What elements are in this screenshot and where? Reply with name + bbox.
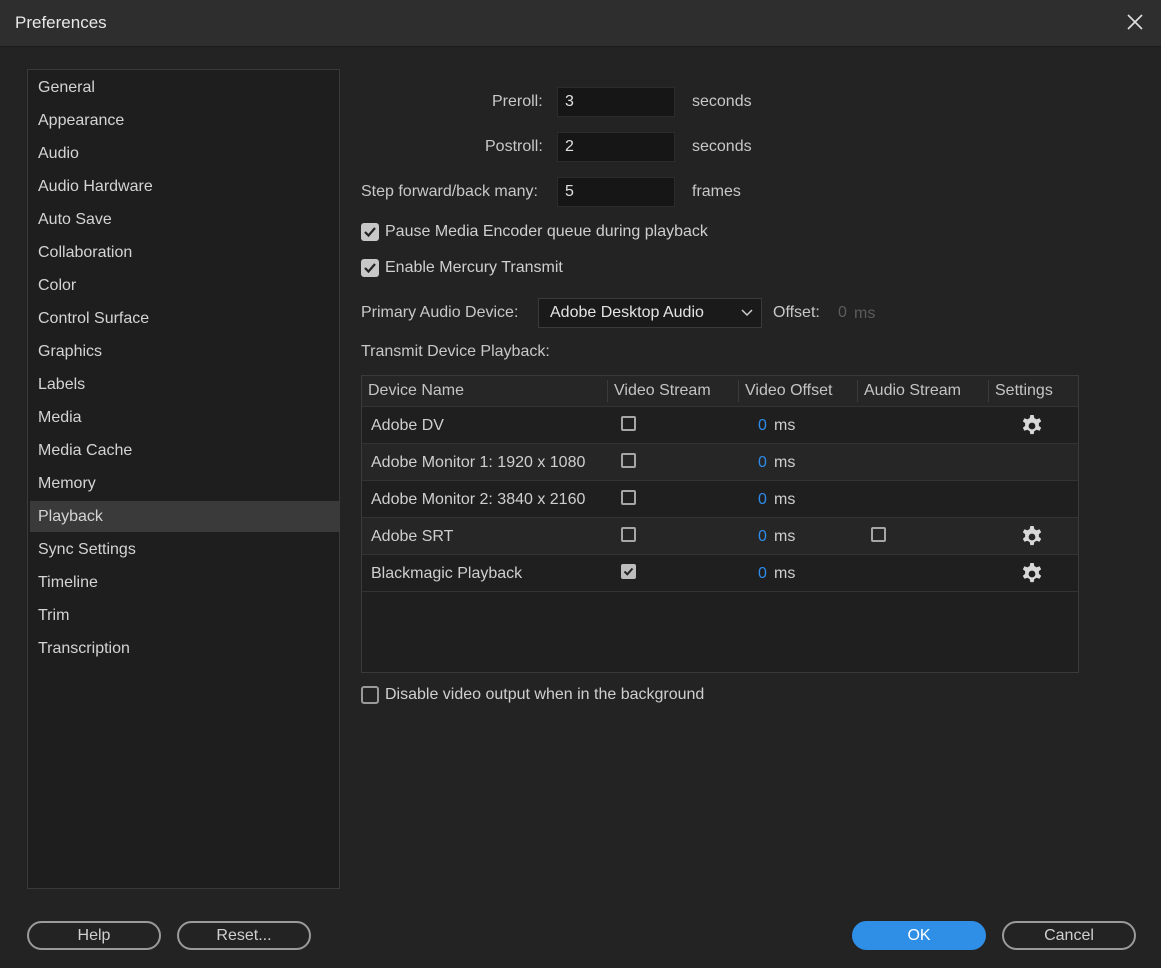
pause-encoder-option[interactable]: Pause Media Encoder queue during playbac… xyxy=(361,223,708,241)
transmit-device-table: Device Name Video Stream Video Offset Au… xyxy=(361,375,1079,673)
video-stream-checkbox[interactable] xyxy=(621,527,636,542)
video-offset-value[interactable]: 0 xyxy=(758,555,767,592)
video-offset-value[interactable]: 0 xyxy=(758,518,767,555)
step-label: Step forward/back many: xyxy=(361,183,538,200)
table-row[interactable]: Adobe Monitor 1: 1920 x 1080 0 ms xyxy=(362,443,1078,480)
sidebar-item-graphics[interactable]: Graphics xyxy=(30,336,339,367)
device-name: Adobe DV xyxy=(371,417,444,434)
audio-device-dropdown[interactable]: Adobe Desktop Audio xyxy=(538,298,762,328)
table-row[interactable]: Adobe DV 0 ms xyxy=(362,406,1078,443)
mercury-transmit-checkbox[interactable] xyxy=(361,259,379,277)
device-name: Adobe Monitor 2: 3840 x 2160 xyxy=(371,491,586,508)
transmit-label: Transmit Device Playback: xyxy=(361,343,550,360)
sidebar-item-timeline[interactable]: Timeline xyxy=(30,567,339,598)
close-button[interactable] xyxy=(1123,10,1147,34)
reset-button[interactable]: Reset... xyxy=(177,921,311,950)
offset-label: Offset: xyxy=(773,304,820,321)
chevron-down-icon xyxy=(741,309,753,317)
device-name: Adobe SRT xyxy=(371,528,454,545)
header-audio-stream[interactable]: Audio Stream xyxy=(858,376,961,406)
offset-unit: ms xyxy=(854,305,876,322)
header-video-offset[interactable]: Video Offset xyxy=(739,376,832,406)
video-offset-unit: ms xyxy=(774,491,796,508)
video-stream-checkbox[interactable] xyxy=(621,564,636,579)
pause-encoder-label: Pause Media Encoder queue during playbac… xyxy=(385,223,708,240)
sidebar-item-memory[interactable]: Memory xyxy=(30,468,339,499)
disable-background-option[interactable]: Disable video output when in the backgro… xyxy=(361,686,704,704)
sidebar-item-trim[interactable]: Trim xyxy=(30,600,339,631)
gear-icon[interactable] xyxy=(1020,562,1044,586)
header-device-name[interactable]: Device Name xyxy=(362,376,464,406)
sidebar-item-labels[interactable]: Labels xyxy=(30,369,339,400)
sidebar-item-media-cache[interactable]: Media Cache xyxy=(30,435,339,466)
mercury-transmit-option[interactable]: Enable Mercury Transmit xyxy=(361,259,563,277)
gear-icon[interactable] xyxy=(1020,525,1044,549)
sidebar-item-audio-hardware[interactable]: Audio Hardware xyxy=(30,171,339,202)
sidebar: General Appearance Audio Audio Hardware … xyxy=(27,69,340,889)
postroll-label: Postroll: xyxy=(485,138,543,155)
title-bar: Preferences xyxy=(0,0,1161,47)
video-stream-checkbox[interactable] xyxy=(621,490,636,505)
gear-icon[interactable] xyxy=(1020,414,1044,438)
video-offset-value[interactable]: 0 xyxy=(758,407,767,444)
sidebar-item-general[interactable]: General xyxy=(30,72,339,103)
video-offset-value[interactable]: 0 xyxy=(758,444,767,481)
audio-device-label: Primary Audio Device: xyxy=(361,304,519,321)
help-button[interactable]: Help xyxy=(27,921,161,950)
close-icon xyxy=(1127,14,1143,30)
window-title: Preferences xyxy=(15,13,107,32)
audio-stream-checkbox[interactable] xyxy=(871,527,886,542)
sidebar-item-media[interactable]: Media xyxy=(30,402,339,433)
checkmark-icon xyxy=(364,227,376,238)
table-row[interactable]: Adobe SRT 0 ms xyxy=(362,517,1078,554)
sidebar-item-auto-save[interactable]: Auto Save xyxy=(30,204,339,235)
table-row[interactable]: Blackmagic Playback 0 ms xyxy=(362,554,1078,591)
step-unit: frames xyxy=(692,183,741,200)
sidebar-item-audio[interactable]: Audio xyxy=(30,138,339,169)
preroll-input[interactable] xyxy=(557,87,675,117)
checkmark-icon xyxy=(364,263,376,274)
video-stream-checkbox[interactable] xyxy=(621,416,636,431)
video-offset-unit: ms xyxy=(774,528,796,545)
video-offset-unit: ms xyxy=(774,417,796,434)
video-offset-value[interactable]: 0 xyxy=(758,481,767,518)
sidebar-item-transcription[interactable]: Transcription xyxy=(30,633,339,664)
disable-background-label: Disable video output when in the backgro… xyxy=(385,686,705,703)
table-header: Device Name Video Stream Video Offset Au… xyxy=(362,376,1078,406)
checkmark-icon xyxy=(623,567,634,576)
header-video-stream[interactable]: Video Stream xyxy=(608,376,711,406)
table-divider xyxy=(362,591,1078,592)
postroll-unit: seconds xyxy=(692,138,752,155)
sidebar-item-playback[interactable]: Playback xyxy=(30,501,339,532)
table-row[interactable]: Adobe Monitor 2: 3840 x 2160 0 ms xyxy=(362,480,1078,517)
video-stream-checkbox[interactable] xyxy=(621,453,636,468)
sidebar-item-sync-settings[interactable]: Sync Settings xyxy=(30,534,339,565)
pause-encoder-checkbox[interactable] xyxy=(361,223,379,241)
disable-background-checkbox[interactable] xyxy=(361,686,379,704)
postroll-input[interactable] xyxy=(557,132,675,162)
audio-device-value: Adobe Desktop Audio xyxy=(550,304,704,321)
preroll-unit: seconds xyxy=(692,93,752,110)
header-settings[interactable]: Settings xyxy=(989,376,1053,406)
sidebar-item-collaboration[interactable]: Collaboration xyxy=(30,237,339,268)
ok-button[interactable]: OK xyxy=(852,921,986,950)
video-offset-unit: ms xyxy=(774,454,796,471)
sidebar-item-control-surface[interactable]: Control Surface xyxy=(30,303,339,334)
preroll-label: Preroll: xyxy=(492,93,543,110)
cancel-button[interactable]: Cancel xyxy=(1002,921,1136,950)
device-name: Blackmagic Playback xyxy=(371,565,523,582)
offset-value: 0 xyxy=(838,304,847,321)
step-input[interactable] xyxy=(557,177,675,207)
sidebar-item-appearance[interactable]: Appearance xyxy=(30,105,339,136)
mercury-transmit-label: Enable Mercury Transmit xyxy=(385,259,563,276)
sidebar-item-color[interactable]: Color xyxy=(30,270,339,301)
device-name: Adobe Monitor 1: 1920 x 1080 xyxy=(371,454,586,471)
video-offset-unit: ms xyxy=(774,565,796,582)
